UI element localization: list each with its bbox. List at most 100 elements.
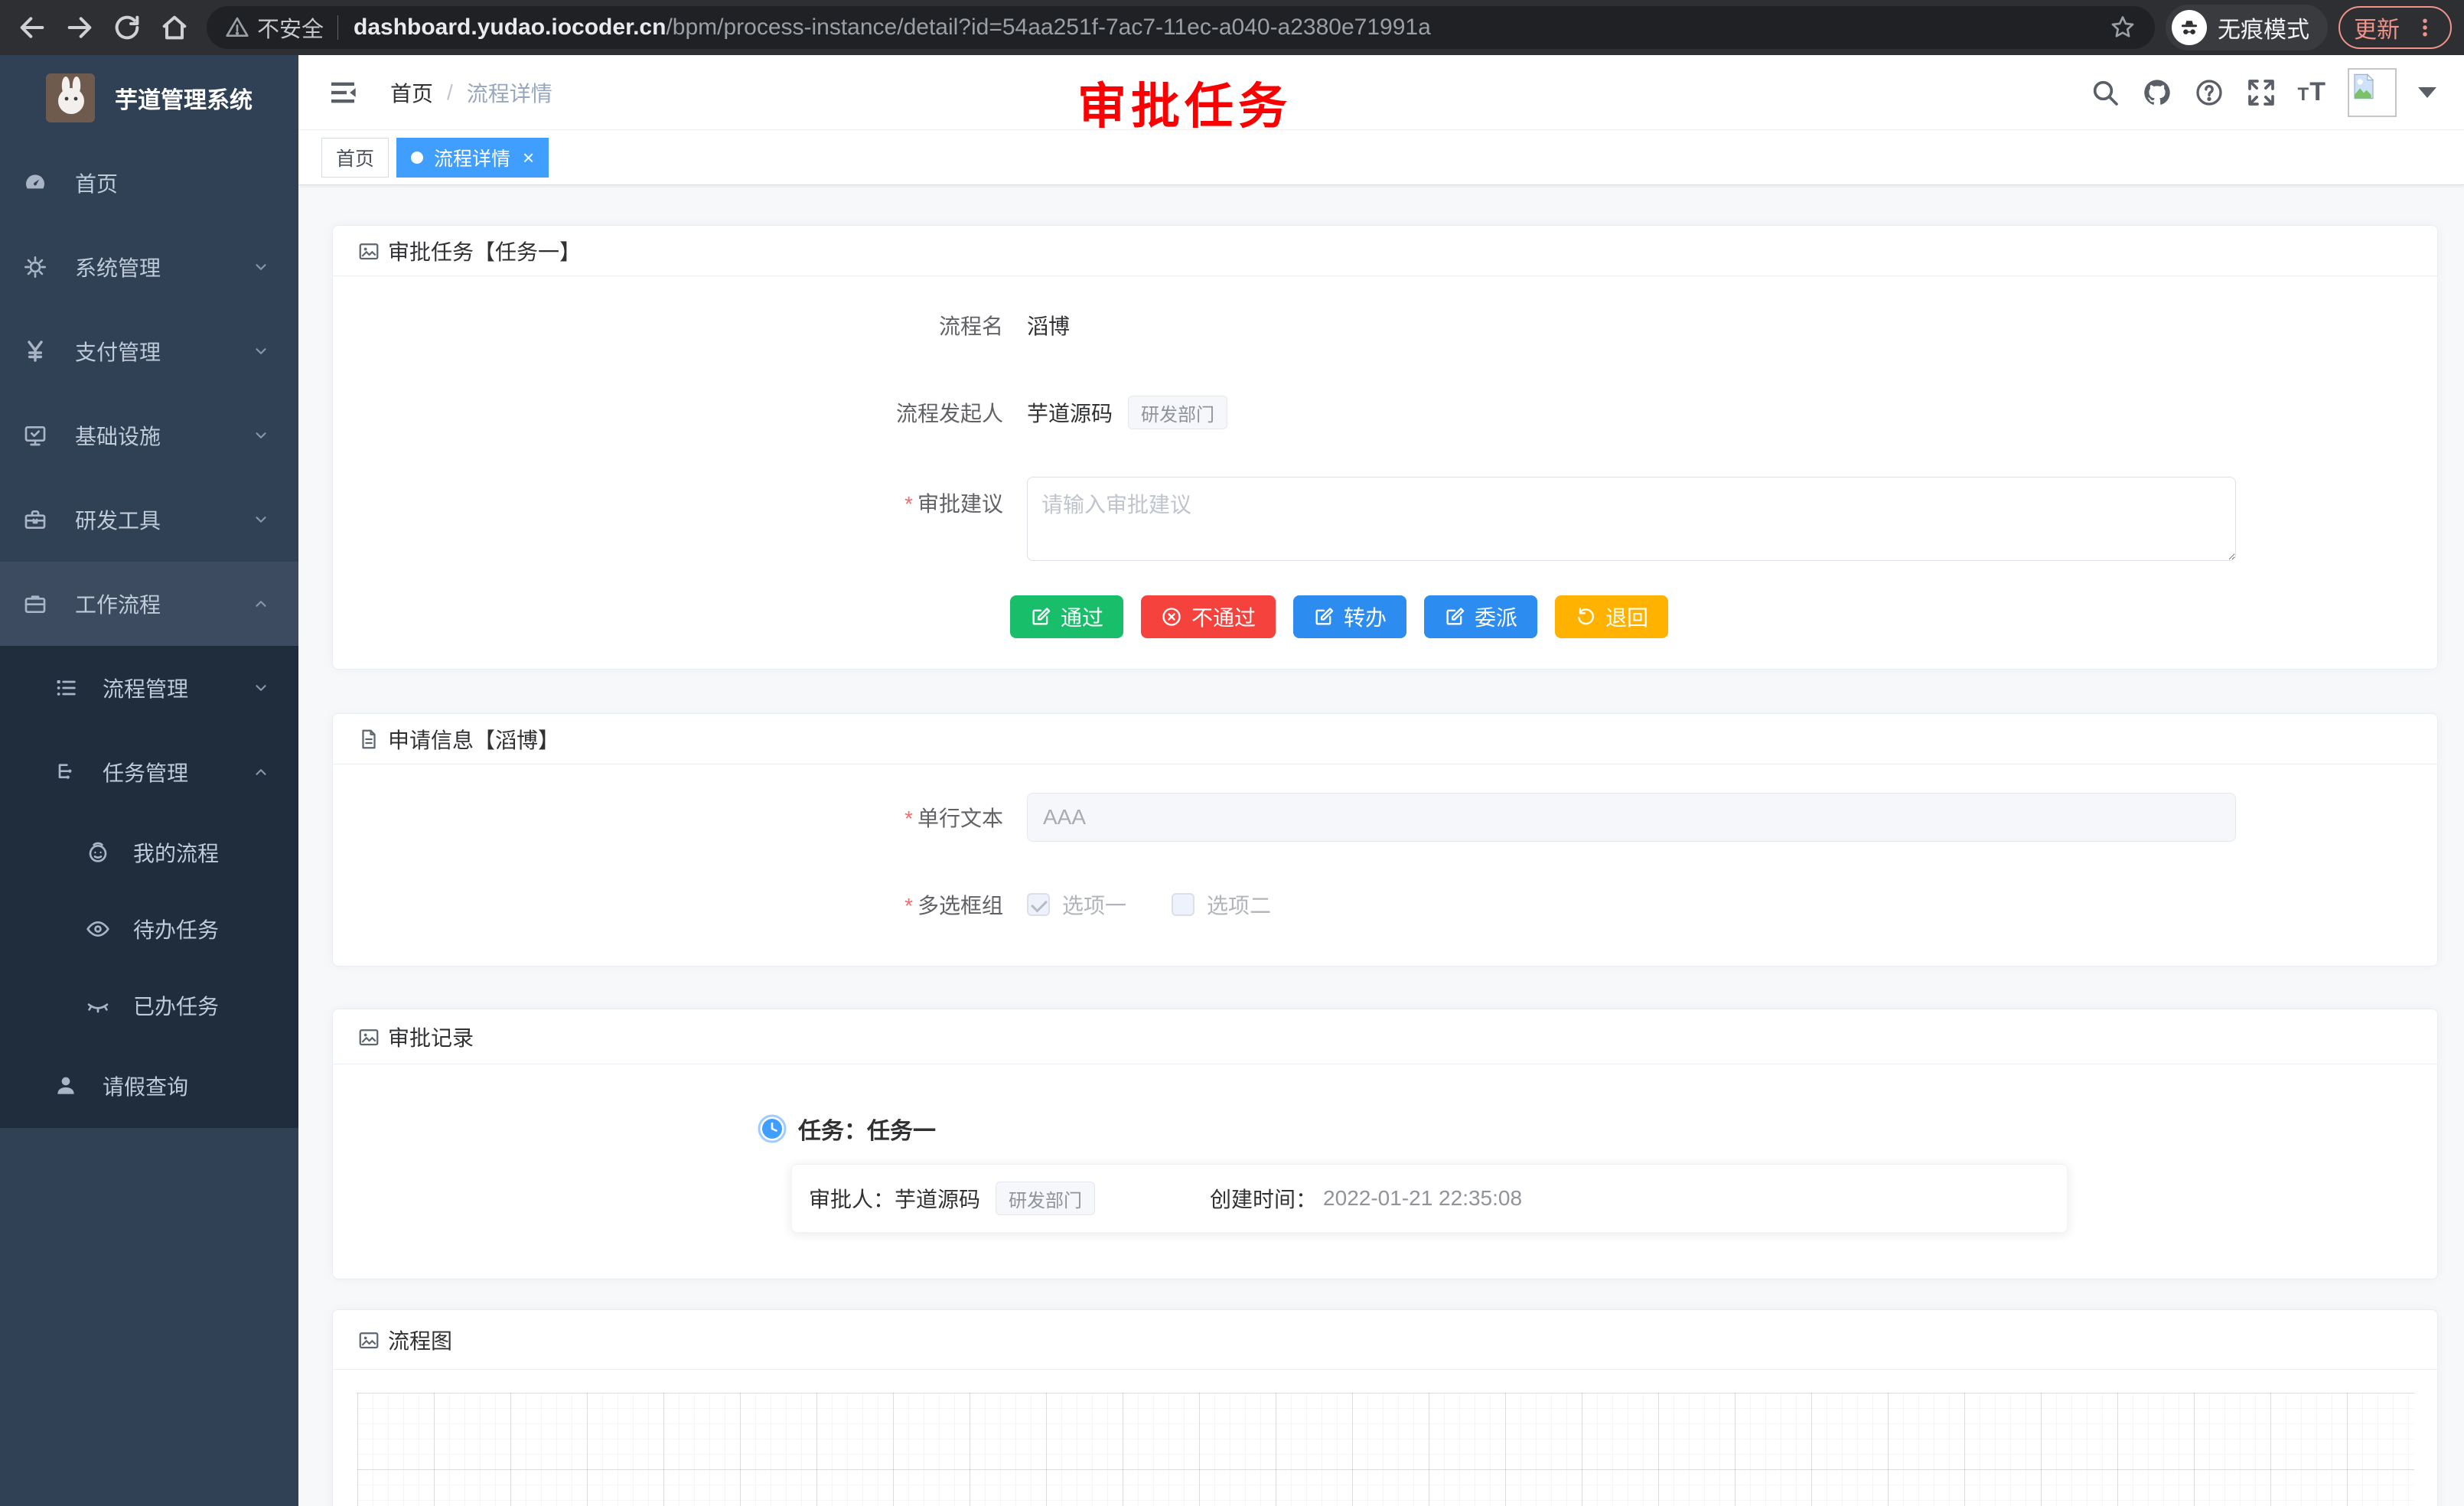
app-logo-row[interactable]: 芋道管理系统 (0, 55, 298, 141)
sidebar-item-label: 我的流程 (133, 837, 219, 868)
sidebar-item-label: 支付管理 (75, 336, 161, 367)
return-button[interactable]: 退回 (1555, 595, 1668, 638)
sidebar-item-leave-query[interactable]: 请假查询 (0, 1044, 298, 1128)
delegate-button[interactable]: 委派 (1424, 595, 1537, 638)
sidebar-item-done-tasks[interactable]: 已办任务 (0, 967, 298, 1044)
app-title: 芋道管理系统 (115, 81, 253, 115)
sidebar-item-my-process[interactable]: 我的流程 (0, 814, 298, 891)
sidebar-item-todo-tasks[interactable]: 待办任务 (0, 891, 298, 967)
fullscreen-icon[interactable] (2246, 77, 2277, 108)
transfer-button[interactable]: 转办 (1293, 595, 1406, 638)
bpmn-diagram-canvas[interactable] (357, 1393, 2414, 1506)
browser-menu-dots-icon[interactable] (2413, 16, 2436, 39)
reject-button[interactable]: 不通过 (1141, 595, 1276, 638)
dept-tag: 研发部门 (996, 1182, 1095, 1215)
bookmark-star-icon[interactable] (2109, 14, 2136, 41)
avatar-caret-down-icon[interactable] (2418, 87, 2436, 98)
briefcase-icon (23, 592, 47, 616)
forward-icon[interactable] (64, 12, 95, 43)
search-icon[interactable] (2090, 77, 2120, 108)
checkbox-option-1[interactable] (1027, 893, 1050, 916)
breadcrumb: 首页 / 流程详情 (390, 77, 552, 108)
reload-icon[interactable] (112, 12, 142, 43)
active-dot-icon (411, 152, 423, 164)
card-header: 流程图 (333, 1310, 2437, 1370)
main-content: 审批任务【任务一】 流程名 滔博 流程发起人 芋道源码 研发部门 *审批建议 通… (298, 185, 2464, 1506)
font-size-icon[interactable]: TT (2298, 77, 2326, 107)
picture-icon (357, 240, 380, 262)
checkbox-option-2[interactable] (1172, 893, 1195, 916)
url-text[interactable]: dashboard.yudao.iocoder.cn/bpm/process-i… (354, 15, 2109, 41)
incognito-icon (2172, 10, 2207, 45)
card-title: 流程图 (388, 1325, 452, 1355)
document-icon (357, 728, 380, 751)
sidebar-item-payment[interactable]: 支付管理 (0, 309, 298, 393)
suggestion-textarea[interactable] (1027, 477, 2236, 561)
create-time-value: 2022-01-21 22:35:08 (1323, 1186, 1522, 1211)
task-name-text: 任务：任务一 (798, 1112, 936, 1146)
picture-icon (357, 1025, 380, 1048)
update-label[interactable]: 更新 (2354, 11, 2400, 44)
create-time-label: 创建时间： (1210, 1183, 1317, 1214)
chevron-down-icon (253, 259, 269, 275)
approval-buttons: 通过 不通过 转办 委派 退回 (1010, 595, 2437, 638)
sidebar-item-label: 待办任务 (133, 914, 219, 944)
tag-close-icon[interactable]: × (523, 148, 534, 168)
card-header: 审批记录 (333, 1009, 2437, 1064)
eye-open-icon (86, 917, 110, 941)
checkbox-label: 选项二 (1207, 889, 1271, 920)
suggestion-label: *审批建议 (333, 477, 1003, 518)
user-avatar-broken-image[interactable] (2348, 68, 2397, 117)
chevron-up-icon (253, 595, 269, 612)
assignee-value: 芋道源码 (895, 1183, 980, 1214)
sidebar-item-label: 工作流程 (75, 588, 161, 619)
sidebar-item-process-mgmt[interactable]: 流程管理 (0, 646, 298, 730)
browser-update-button[interactable]: 更新 (2339, 6, 2452, 49)
process-name-row: 流程名 滔博 (333, 310, 2437, 341)
card-header: 申请信息【滔博】 (333, 714, 2437, 764)
tags-view-bar: 首页 流程详情 × (298, 130, 2464, 185)
assignee-label: 审批人： (809, 1183, 895, 1214)
github-icon[interactable] (2142, 77, 2172, 108)
sidebar-item-label: 首页 (75, 168, 118, 198)
single-text-label: *单行文本 (333, 802, 1003, 833)
help-icon[interactable] (2194, 77, 2224, 108)
sidebar-item-label: 已办任务 (133, 990, 219, 1021)
chevron-down-icon (253, 343, 269, 360)
initiator-row: 流程发起人 芋道源码 研发部门 (333, 396, 2437, 429)
tag-process-detail[interactable]: 流程详情 × (396, 138, 549, 178)
home-icon[interactable] (159, 12, 190, 43)
app-header: 首页 / 流程详情 TT (298, 55, 2464, 130)
sidebar-item-infra[interactable]: 基础设施 (0, 393, 298, 478)
url-path: /bpm/process-instance/detail?id=54aa251f… (666, 15, 1430, 40)
sidebar-item-devtools[interactable]: 研发工具 (0, 478, 298, 562)
sidebar-item-home[interactable]: 首页 (0, 141, 298, 225)
url-bar[interactable]: 不安全 dashboard.yudao.iocoder.cn/bpm/proce… (207, 6, 2155, 49)
approval-task-card: 审批任务【任务一】 流程名 滔博 流程发起人 芋道源码 研发部门 *审批建议 通… (332, 225, 2438, 670)
gear-icon (23, 255, 47, 279)
workflow-submenu: 流程管理 任务管理 我的流程 待办任务 已办任务 请假查询 (0, 646, 298, 1128)
sidebar-collapse-icon[interactable] (328, 77, 358, 108)
tag-home[interactable]: 首页 (321, 138, 389, 178)
sidebar-item-workflow[interactable]: 工作流程 (0, 562, 298, 646)
security-label[interactable]: 不安全 (257, 11, 324, 44)
picture-icon (357, 1328, 380, 1351)
breadcrumb-home-link[interactable]: 首页 (390, 77, 433, 108)
approve-button[interactable]: 通过 (1010, 595, 1123, 638)
sidebar-item-label: 流程管理 (103, 673, 188, 703)
circle-close-icon (1161, 606, 1182, 628)
sidebar-item-task-mgmt[interactable]: 任务管理 (0, 730, 298, 814)
card-title: 申请信息【滔博】 (388, 724, 559, 755)
app-logo-rabbit-avatar (46, 73, 95, 122)
tag-label: 流程详情 (434, 144, 510, 171)
process-diagram-card: 流程图 (332, 1309, 2438, 1506)
sidebar-item-system[interactable]: 系统管理 (0, 225, 298, 309)
breadcrumb-separator: / (447, 80, 453, 105)
back-icon[interactable] (17, 12, 47, 43)
single-text-input[interactable] (1027, 793, 2236, 842)
required-mark: * (904, 807, 913, 830)
tree-icon (54, 760, 78, 784)
sidebar-item-label: 研发工具 (75, 504, 161, 535)
process-name-value: 滔博 (1027, 310, 1070, 341)
url-divider (337, 15, 338, 40)
